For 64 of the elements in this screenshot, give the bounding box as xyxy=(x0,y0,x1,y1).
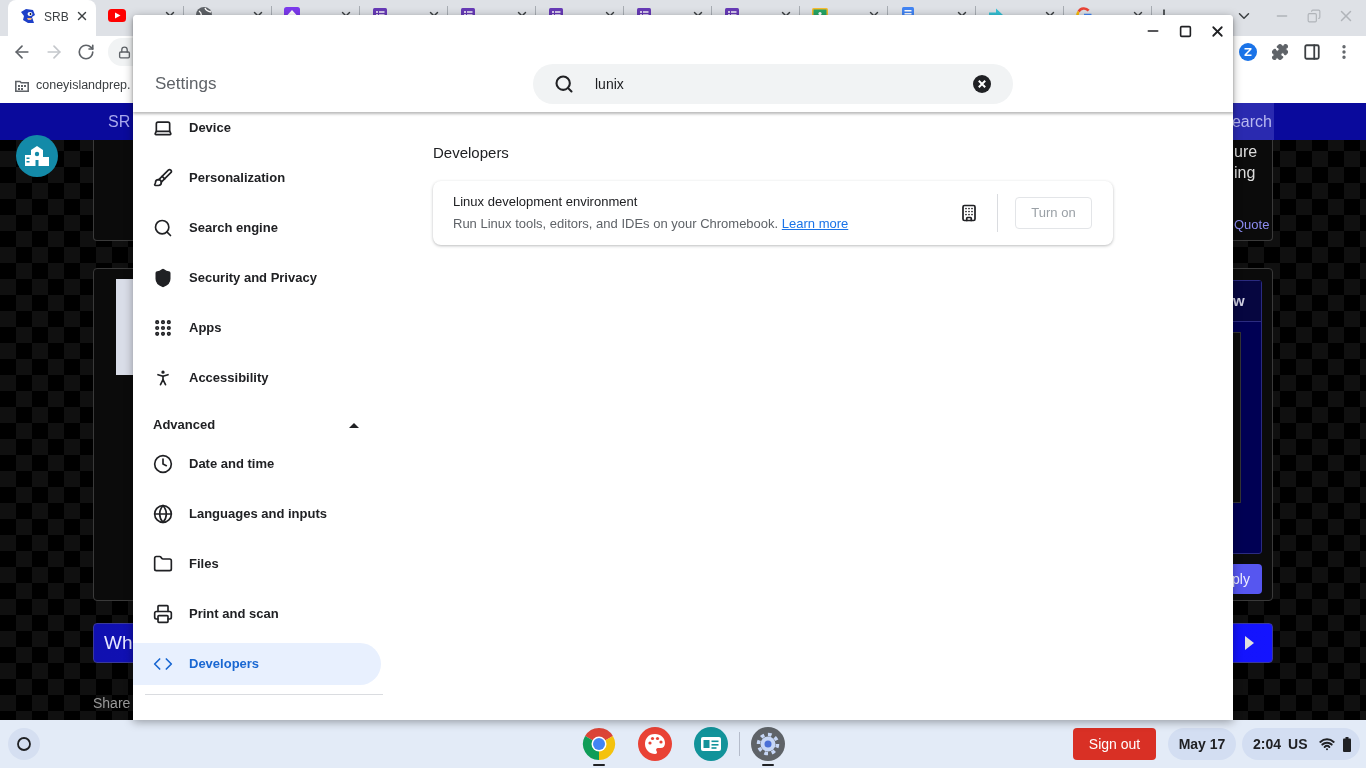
menu-item[interactable]: Date and time xyxy=(133,443,381,485)
globe-icon xyxy=(153,504,173,524)
puzzle-icon[interactable] xyxy=(1271,43,1289,61)
window-title: Settings xyxy=(155,74,217,94)
clock-icon xyxy=(153,454,173,474)
clear-icon[interactable] xyxy=(973,75,991,93)
menu-item[interactable]: Accessibility xyxy=(133,357,381,399)
section-heading: Developers xyxy=(433,143,510,163)
play-icon xyxy=(108,9,126,22)
ring-icon xyxy=(17,737,31,751)
shield-icon xyxy=(153,268,173,288)
building-icon xyxy=(25,145,49,167)
search-icon xyxy=(554,74,574,94)
folder-icon xyxy=(153,554,173,574)
character-icon xyxy=(20,7,36,24)
school-button[interactable] xyxy=(16,135,58,177)
menu-item[interactable]: Print and scan xyxy=(133,593,381,635)
caret-up-icon xyxy=(349,422,359,428)
nav-link[interactable]: SR xyxy=(0,109,131,134)
menu-item[interactable]: Languages and inputs xyxy=(133,493,381,535)
gear-icon xyxy=(749,726,786,762)
panel-header: w xyxy=(1231,281,1261,322)
launcher-button[interactable] xyxy=(8,728,40,760)
search-field[interactable]: lunix xyxy=(533,64,1013,104)
menu-item[interactable]: Security and Privacy xyxy=(133,257,381,299)
sign-out-button[interactable]: Sign out xyxy=(1073,728,1156,760)
menu-item[interactable]: Device xyxy=(133,112,381,149)
status-area-button[interactable]: 2:04 US xyxy=(1242,728,1360,760)
card-title: Linux development environment xyxy=(453,192,639,211)
side-panel-icon[interactable] xyxy=(1303,43,1321,61)
reload-icon[interactable] xyxy=(77,43,95,61)
wifi-icon xyxy=(1319,736,1336,752)
laptop-icon xyxy=(153,118,173,138)
date-button[interactable]: May 17 xyxy=(1168,728,1236,760)
dash-icon xyxy=(761,764,774,766)
menu-item[interactable]: Files xyxy=(133,543,381,585)
maximize-icon[interactable] xyxy=(1178,24,1192,38)
browser-tab[interactable]: SRB xyxy=(8,0,96,36)
card-text: ure xyxy=(1234,142,1258,162)
quote-link[interactable]: Quote xyxy=(1234,215,1270,235)
browser-icon xyxy=(580,726,617,762)
brush-icon xyxy=(153,168,173,188)
card-text: ing xyxy=(1234,163,1256,183)
menu-item[interactable]: Apps xyxy=(133,307,381,349)
letter-g-icon xyxy=(1076,7,1092,15)
learn-more-link[interactable]: Learn more xyxy=(781,216,849,231)
section-toggle[interactable]: Advanced xyxy=(133,403,381,439)
triangle-right-icon xyxy=(1245,636,1254,650)
menu-item[interactable]: Search engine xyxy=(133,207,381,249)
palette-icon xyxy=(636,726,673,762)
bookmark-item[interactable]: coneyislandprep. xyxy=(15,76,131,95)
letter-z-icon[interactable] xyxy=(1239,43,1257,61)
printer-icon xyxy=(153,604,173,624)
menu-item[interactable]: Developers xyxy=(133,643,381,685)
dots-grid-icon xyxy=(153,318,173,338)
menu-item[interactable]: Personalization xyxy=(133,157,381,199)
battery-icon xyxy=(1343,736,1352,752)
id-card-icon xyxy=(692,726,729,762)
share-text: Share xyxy=(93,694,132,713)
dash-icon xyxy=(592,764,605,766)
card-description: Run Linux tools, editors, and IDEs on your Chromebook. Learn more xyxy=(453,215,850,233)
lock-icon xyxy=(118,45,131,59)
search-icon xyxy=(153,218,173,238)
folder-icon xyxy=(15,79,29,92)
